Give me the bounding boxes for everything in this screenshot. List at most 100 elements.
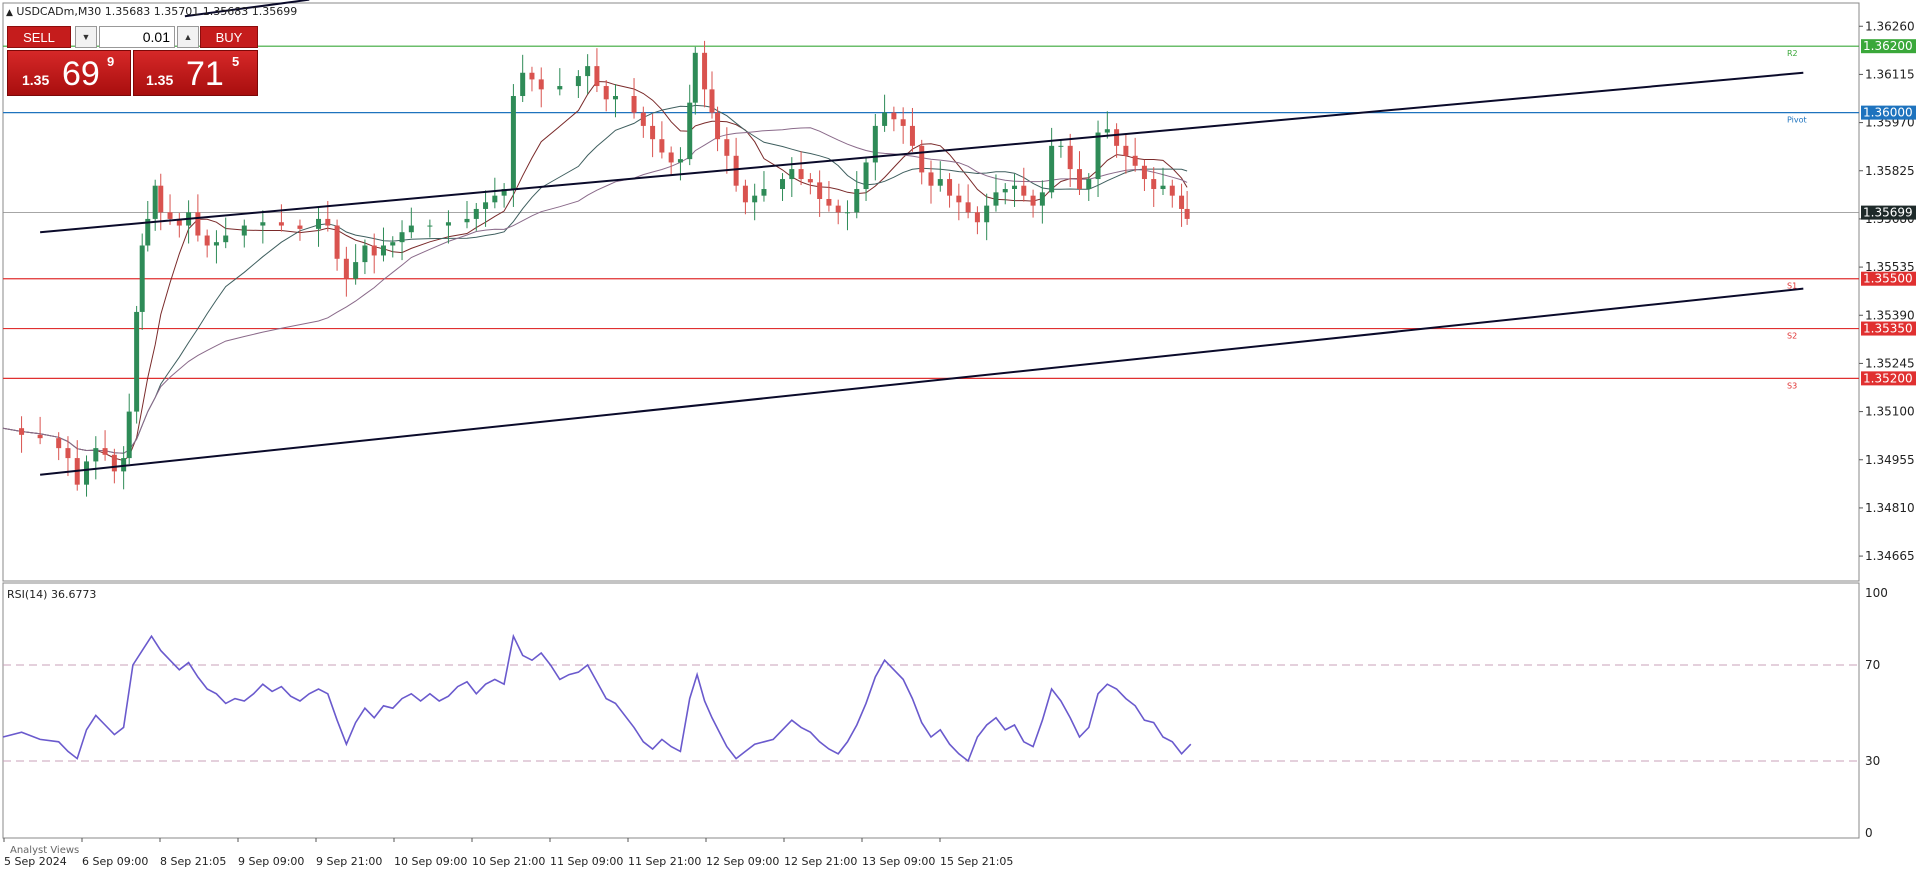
candle-body	[213, 242, 219, 246]
candle-body	[1141, 165, 1147, 180]
candle-body	[1002, 189, 1008, 193]
time-axis-label: 8 Sep 21:05	[160, 855, 226, 868]
candle-body	[1030, 195, 1036, 206]
candle-body	[134, 311, 140, 412]
candle-body	[37, 434, 43, 439]
lot-increase-button[interactable]: ▲	[177, 26, 199, 48]
candle-body	[102, 448, 108, 455]
candle-body	[557, 86, 563, 90]
candle-body	[1184, 208, 1190, 219]
candle-body	[334, 225, 340, 259]
candle-body	[900, 119, 906, 126]
lot-size-input[interactable]	[99, 26, 175, 48]
candle-body	[761, 189, 767, 196]
candle-body	[380, 245, 386, 256]
level-price-tag: 1.35500	[1863, 272, 1913, 286]
candle-body	[1039, 192, 1045, 206]
candle-body	[126, 411, 132, 459]
one-click-trading-panel: SELL ▼ ▲ BUY 1.35 69 9 1.35 71 5	[7, 26, 258, 97]
candle-body	[390, 242, 396, 246]
candle-body	[427, 225, 433, 227]
candle-body	[835, 205, 841, 213]
level-price-tag: 1.35350	[1863, 322, 1913, 336]
candle-body	[1058, 145, 1064, 147]
price-axis-label: 1.34810	[1865, 501, 1915, 515]
candle-body	[353, 262, 359, 279]
candle-body	[1104, 129, 1110, 133]
time-axis-label: 12 Sep 21:00	[784, 855, 857, 868]
candle-body	[1123, 145, 1129, 156]
sell-quote-pips: 69	[62, 55, 100, 93]
analyst-views-tab[interactable]: Analyst Views	[10, 845, 79, 856]
candle-body	[538, 79, 544, 90]
candle-body	[780, 179, 786, 190]
candle-body	[260, 222, 266, 226]
candle-body	[483, 202, 489, 209]
time-axis-label: 10 Sep 09:00	[394, 855, 467, 868]
candle-body	[1169, 185, 1175, 196]
sell-button[interactable]: SELL	[7, 26, 71, 48]
candle-body	[585, 66, 591, 77]
candle-body	[807, 179, 813, 183]
collapse-triangle-icon[interactable]: ▲	[6, 8, 13, 18]
candle-body	[464, 218, 470, 223]
price-pane[interactable]	[2, 2, 1860, 582]
candle-body	[510, 96, 516, 190]
candle-body	[1160, 185, 1166, 190]
candle-body	[316, 218, 322, 229]
candle-body	[882, 112, 888, 126]
candle-body	[223, 235, 229, 243]
candle-body	[715, 112, 721, 140]
candle-body	[709, 89, 715, 113]
lot-decrease-button[interactable]: ▼	[75, 26, 97, 48]
time-axis-label: 10 Sep 21:00	[472, 855, 545, 868]
sell-quote-fraction: 9	[107, 54, 115, 69]
candle-body	[752, 195, 758, 203]
candle-body	[492, 195, 498, 203]
candle-body	[1132, 155, 1138, 166]
candle-body	[19, 428, 25, 435]
candle-body	[399, 232, 405, 243]
buy-quote[interactable]: 1.35 71 5	[133, 50, 258, 96]
rsi-axis-label: 30	[1865, 754, 1880, 768]
rsi-pane[interactable]	[2, 582, 1860, 839]
buy-button[interactable]: BUY	[200, 26, 258, 48]
level-name-s2: S2	[1787, 332, 1797, 341]
candle-body	[909, 125, 915, 146]
candle-body	[1151, 179, 1157, 190]
time-axis-label: 12 Sep 09:00	[706, 855, 779, 868]
candle-body	[826, 198, 832, 206]
candle-body	[640, 112, 646, 126]
sell-quote[interactable]: 1.35 69 9	[7, 50, 131, 96]
candle-body	[702, 52, 708, 90]
price-axis-label: 1.34955	[1865, 453, 1915, 467]
candle-body	[241, 225, 247, 236]
candle-body	[139, 245, 145, 312]
candle-body	[195, 212, 201, 236]
candle-body	[297, 225, 303, 229]
candle-body	[408, 225, 414, 233]
candle-body	[371, 245, 377, 256]
candle-body	[984, 205, 990, 223]
candle-body	[1021, 185, 1027, 196]
candle-body	[1114, 129, 1120, 146]
candle-body	[343, 258, 349, 279]
candle-body	[575, 76, 581, 87]
candle-body	[668, 152, 674, 163]
candle-body	[956, 195, 962, 203]
candle-body	[631, 96, 637, 113]
candle-body	[1076, 169, 1082, 190]
candle-body	[650, 125, 656, 140]
rsi-axis-label: 70	[1865, 658, 1880, 672]
candle-body	[473, 208, 479, 219]
level-price-tag: 1.36200	[1863, 39, 1913, 53]
candle-body	[1067, 145, 1073, 170]
candle-body	[520, 72, 526, 97]
candle-body	[445, 222, 451, 226]
candle-body	[742, 185, 748, 203]
candle-body	[993, 192, 999, 206]
chart-canvas[interactable]: R2PivotS1S2S3 1.362601.361151.359701.358…	[0, 0, 1916, 874]
candle-body	[947, 179, 953, 196]
candle-body	[1049, 145, 1055, 193]
candle-body	[56, 438, 62, 449]
